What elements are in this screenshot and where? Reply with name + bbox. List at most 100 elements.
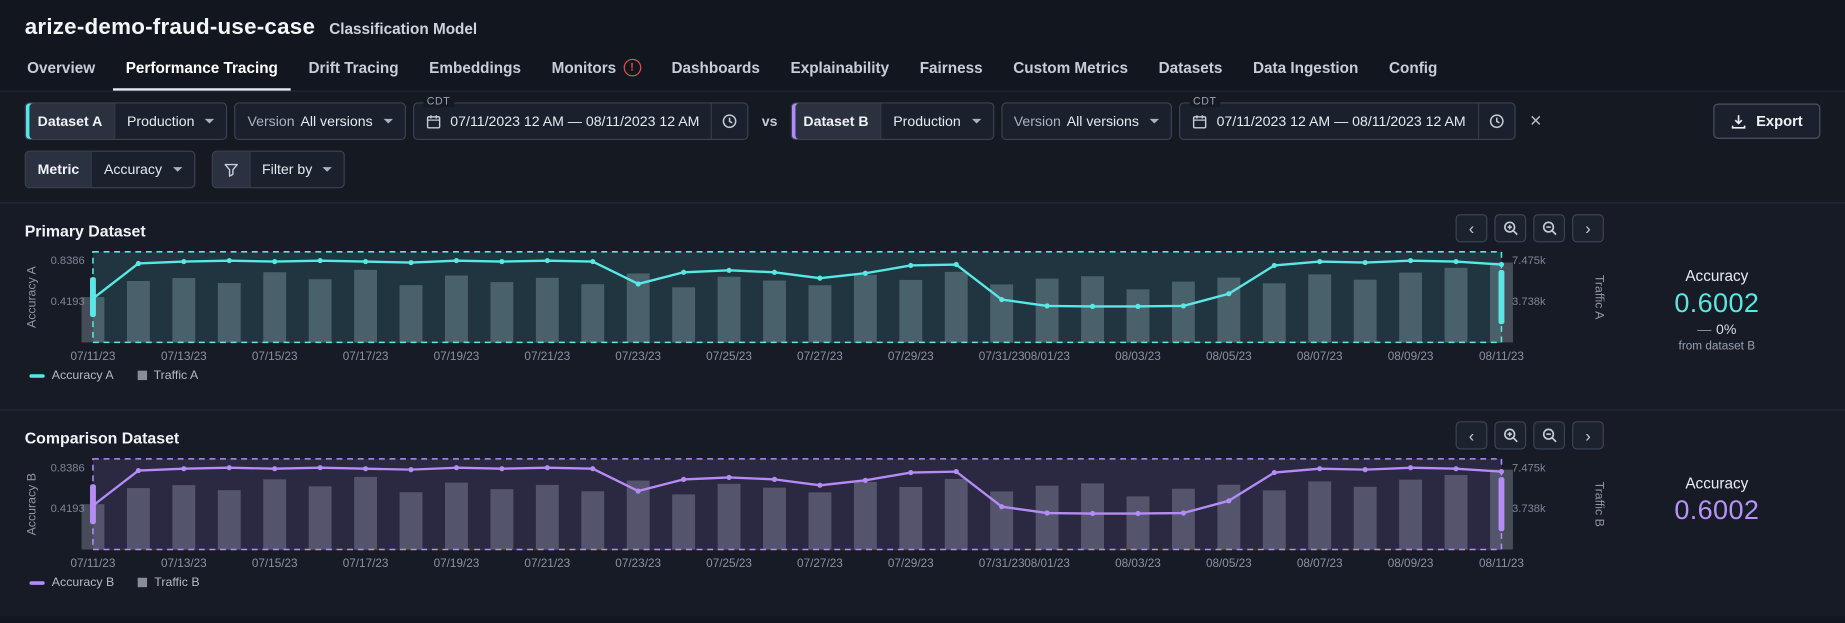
- tab-embeddings[interactable]: Embeddings: [416, 48, 534, 90]
- svg-text:08/11/23: 08/11/23: [1479, 350, 1524, 363]
- tab-dashboards[interactable]: Dashboards: [659, 48, 773, 90]
- export-label: Export: [1756, 112, 1803, 130]
- zoom-in-button[interactable]: [1494, 214, 1527, 243]
- pan-left-button[interactable]: ‹: [1455, 421, 1488, 450]
- zoom-out-button[interactable]: [1533, 214, 1566, 243]
- primary-section-title: Primary Dataset: [24, 221, 146, 240]
- export-button[interactable]: Export: [1713, 103, 1821, 139]
- svg-text:08/05/23: 08/05/23: [1206, 557, 1252, 570]
- metric-select[interactable]: Metric Accuracy: [24, 150, 195, 189]
- comparison-dataset-section: Comparison Dataset ‹ › 0.8386 0.4193 7.4…: [0, 409, 1845, 617]
- tab-config[interactable]: Config: [1376, 48, 1450, 90]
- date-range-a-field[interactable]: 07/11/2023 12 AM — 08/11/2023 12 AM: [414, 104, 711, 139]
- comparison-legend: Accuracy B Traffic B: [25, 571, 1821, 590]
- tab-custom-metrics[interactable]: Custom Metrics: [1000, 48, 1141, 90]
- primary-chart[interactable]: 0.8386 0.4193 7.475k 3.738k Accuracy A Traffi…: [25, 246, 1614, 364]
- zoom-out-button[interactable]: [1533, 421, 1566, 450]
- tab-overview[interactable]: Overview: [14, 48, 108, 90]
- metric-value-select: Accuracy: [91, 151, 194, 188]
- legend-bar-swatch: [137, 370, 147, 381]
- tab-label: Overview: [27, 58, 96, 77]
- chevron-down-icon: [1149, 118, 1159, 124]
- date-range-b-field[interactable]: 07/11/2023 12 AM — 08/11/2023 12 AM: [1180, 104, 1477, 139]
- svg-text:07/15/23: 07/15/23: [252, 350, 298, 363]
- time-preset-a-button[interactable]: [711, 103, 747, 139]
- svg-text:07/31/23: 07/31/23: [979, 350, 1025, 363]
- tab-label: Data Ingestion: [1252, 58, 1359, 77]
- dataset-a-chip: Dataset A: [25, 103, 115, 139]
- tab-label: Performance Tracing: [125, 58, 278, 77]
- clock-icon: [723, 114, 737, 129]
- stat-delta: —0%: [1697, 321, 1736, 337]
- chevron-down-icon: [172, 167, 183, 172]
- chevron-right-icon: ›: [1585, 218, 1591, 238]
- primary-legend: Accuracy A Traffic A: [25, 364, 1821, 383]
- legend-label: Traffic A: [153, 368, 199, 383]
- svg-text:0.8386: 0.8386: [51, 255, 85, 267]
- calendar-icon: [1192, 114, 1207, 128]
- chevron-down-icon: [322, 167, 333, 172]
- version-a-label: Version: [247, 112, 295, 130]
- comparison-accuracy-stat: Accuracy 0.6002: [1613, 453, 1820, 526]
- tab-data-ingestion[interactable]: Data Ingestion: [1240, 48, 1371, 90]
- stat-value: 0.6002: [1674, 494, 1760, 525]
- svg-text:07/31/23: 07/31/23: [979, 557, 1025, 570]
- svg-text:3.738k: 3.738k: [1512, 296, 1546, 308]
- download-icon: [1732, 114, 1746, 129]
- svg-text:07/27/23: 07/27/23: [797, 350, 843, 363]
- chevron-down-icon: [971, 118, 981, 124]
- comparison-chart[interactable]: 0.8386 0.4193 7.475k 3.738k Accuracy B Traffi…: [25, 453, 1614, 571]
- svg-text:07/19/23: 07/19/23: [434, 350, 480, 363]
- clock-icon: [1489, 114, 1504, 129]
- dataset-b-chip: Dataset B: [791, 103, 881, 139]
- svg-text:07/17/23: 07/17/23: [343, 350, 389, 363]
- svg-text:07/17/23: 07/17/23: [343, 557, 389, 570]
- version-b-value: All versions: [1066, 112, 1139, 130]
- app-window: arize-demo-fraud-use-case Classification…: [0, 0, 1845, 623]
- dataset-a-environment-select[interactable]: Production: [114, 103, 226, 139]
- tab-bar: Overview Performance Tracing Drift Tracing…: [0, 48, 1845, 92]
- legend-line-swatch: [29, 580, 45, 585]
- dataset-a-environment-value: Production: [126, 112, 195, 130]
- pan-right-button[interactable]: ›: [1572, 421, 1604, 450]
- tab-label: Monitors: [551, 58, 617, 77]
- svg-text:08/09/23: 08/09/23: [1388, 557, 1434, 570]
- tab-datasets[interactable]: Datasets: [1146, 48, 1236, 90]
- filter-by-button[interactable]: Filter by: [211, 150, 346, 189]
- model-type-label: Classification Model: [329, 20, 478, 38]
- time-preset-b-button[interactable]: [1477, 103, 1513, 139]
- svg-text:08/05/23: 08/05/23: [1206, 350, 1252, 363]
- close-icon: ✕: [1529, 111, 1543, 130]
- version-b-select[interactable]: Version All versions: [1000, 102, 1172, 141]
- dataset-b-environment-select[interactable]: Production: [880, 103, 992, 139]
- funnel-chip: [212, 151, 250, 188]
- tab-performance-tracing[interactable]: Performance Tracing: [112, 48, 291, 91]
- pan-left-button[interactable]: ‹: [1455, 214, 1488, 243]
- version-a-select[interactable]: Version All versions: [234, 102, 406, 141]
- tab-label: Drift Tracing: [308, 58, 399, 77]
- tab-explainability[interactable]: Explainability: [778, 48, 903, 90]
- svg-text:7.475k: 7.475k: [1512, 462, 1546, 474]
- tab-fairness[interactable]: Fairness: [907, 48, 996, 90]
- svg-text:Accuracy B: Accuracy B: [25, 473, 39, 535]
- comparison-chart-controls: ‹ ›: [1455, 421, 1604, 450]
- tab-monitors[interactable]: Monitors!: [539, 48, 654, 90]
- svg-text:07/19/23: 07/19/23: [434, 557, 480, 570]
- svg-text:Traffic B: Traffic B: [1593, 482, 1607, 527]
- stat-label: Accuracy: [1685, 267, 1749, 285]
- clear-comparison-button[interactable]: ✕: [1522, 112, 1549, 131]
- tab-drift-tracing[interactable]: Drift Tracing: [296, 48, 412, 90]
- svg-text:07/25/23: 07/25/23: [706, 557, 752, 570]
- alert-icon: !: [623, 58, 641, 77]
- page-header: arize-demo-fraud-use-case Classification…: [0, 0, 1845, 41]
- svg-text:08/03/23: 08/03/23: [1115, 350, 1161, 363]
- svg-text:07/15/23: 07/15/23: [252, 557, 298, 570]
- svg-text:07/23/23: 07/23/23: [615, 557, 661, 570]
- pan-right-button[interactable]: ›: [1572, 214, 1604, 243]
- zoom-in-button[interactable]: [1494, 421, 1527, 450]
- date-range-a: CDT 07/11/2023 12 AM — 08/11/2023 12 AM: [412, 95, 749, 141]
- chevron-down-icon: [205, 118, 215, 124]
- metric-chip: Metric: [25, 151, 92, 188]
- svg-text:07/27/23: 07/27/23: [797, 557, 843, 570]
- metric-filter-row: Metric Accuracy Filter by: [24, 150, 1821, 189]
